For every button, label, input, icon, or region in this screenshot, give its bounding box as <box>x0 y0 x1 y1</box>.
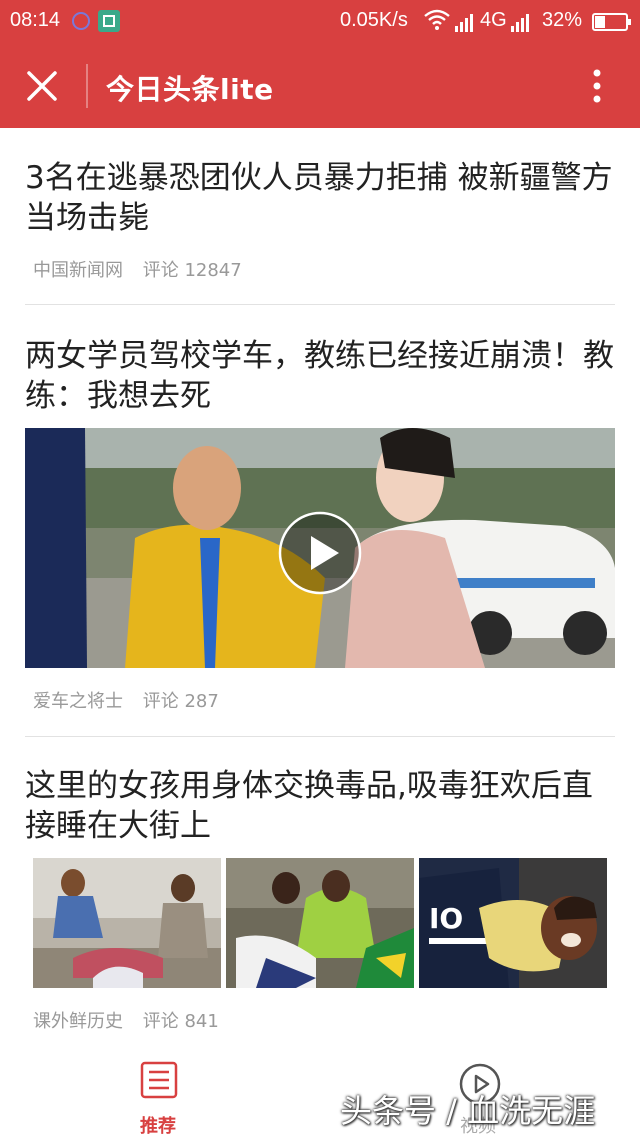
watermark: 头条号 / 血洗无涯 <box>340 1092 596 1130</box>
news-source: 课外鲜历史 <box>33 1011 123 1032</box>
battery-icon <box>592 13 631 31</box>
app-bar: 今日头条lite <box>0 44 640 128</box>
news-headline[interactable]: 3名在逃暴恐团伙人员暴力拒捕 被新疆警方当场击毙 <box>25 158 615 238</box>
news-headline[interactable]: 两女学员驾校学车，教练已经接近崩溃！教练：我想去死 <box>25 336 615 416</box>
video-thumbnail[interactable] <box>25 428 615 668</box>
news-meta: 课外鲜历史 评论 841 <box>33 1007 219 1033</box>
status-time: 08:14 <box>10 9 61 31</box>
signal-icon <box>455 14 473 32</box>
news-item[interactable]: 这里的女孩用身体交换毒品,吸毒狂欢后直接睡在大街上 IO 课外鲜历史 评论 84… <box>25 766 615 1032</box>
scan-icon <box>98 10 120 32</box>
signal-icon <box>511 14 529 32</box>
network-speed: 0.05K/s <box>340 9 408 31</box>
play-icon[interactable] <box>277 510 363 596</box>
battery-percent: 32% <box>542 9 583 31</box>
news-comments: 评论 12847 <box>142 260 242 281</box>
news-image[interactable]: IO <box>419 858 607 988</box>
news-image[interactable] <box>33 858 221 988</box>
app-title: 今日头条lite <box>106 73 274 106</box>
svg-text:IO: IO <box>429 902 463 935</box>
close-icon[interactable] <box>20 64 64 108</box>
wifi-icon <box>424 9 450 30</box>
news-headline[interactable]: 这里的女孩用身体交换毒品,吸毒狂欢后直接睡在大街上 <box>25 766 615 846</box>
tab-recommend-label: 推荐 <box>140 1116 176 1137</box>
document-icon <box>140 1061 178 1099</box>
feed-divider <box>25 304 615 305</box>
news-item[interactable]: 3名在逃暴恐团伙人员暴力拒捕 被新疆警方当场击毙 中国新闻网 评论 12847 <box>25 158 615 281</box>
news-meta: 爱车之将士 评论 287 <box>33 687 219 713</box>
news-image[interactable] <box>226 858 414 988</box>
feed-divider <box>25 736 615 737</box>
news-source: 中国新闻网 <box>33 260 123 281</box>
news-item[interactable]: 两女学员驾校学车，教练已经接近崩溃！教练：我想去死 爱车之将士 评论 287 <box>25 336 615 712</box>
tab-recommend[interactable]: 推荐 <box>130 1056 190 1137</box>
circle-notification-icon <box>72 12 90 30</box>
news-meta: 中国新闻网 评论 12847 <box>33 256 242 282</box>
status-bar: 08:14 0.05K/s 4G 32% <box>0 0 640 44</box>
news-comments: 评论 287 <box>142 691 219 712</box>
news-source: 爱车之将士 <box>33 691 123 712</box>
more-vertical-icon[interactable] <box>582 66 612 106</box>
network-type: 4G <box>480 9 507 31</box>
app-bar-divider <box>86 64 88 108</box>
image-row: IO <box>33 858 607 988</box>
news-comments: 评论 841 <box>142 1011 219 1032</box>
